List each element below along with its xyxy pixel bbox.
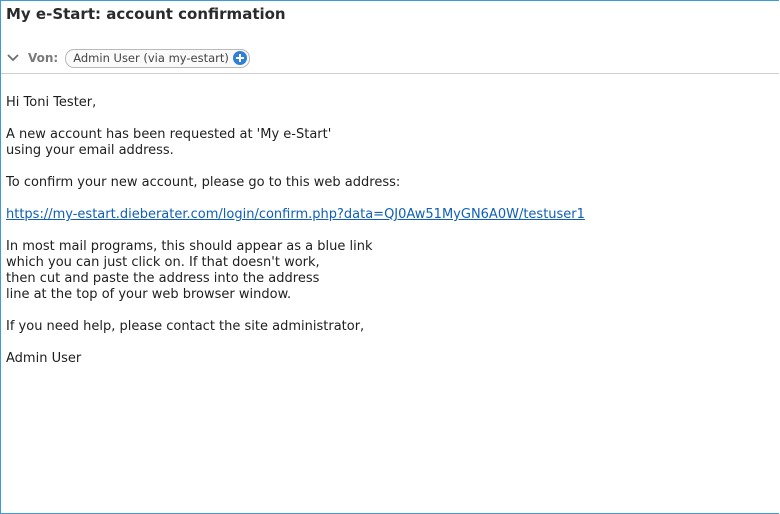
signature: Admin User (6, 351, 82, 366)
greeting: Hi Toni Tester, (6, 95, 97, 110)
from-label: Von: (28, 51, 59, 65)
from-row: Von: Admin User (via my-estart) (6, 48, 250, 68)
body-paragraph-4: If you need help, please contact the sit… (6, 319, 365, 334)
body-paragraph-1: A new account has been requested at 'My … (6, 127, 769, 159)
body-paragraph-3: In most mail programs, this should appea… (6, 239, 769, 303)
confirmation-link[interactable]: https://my-estart.dieberater.com/login/c… (6, 207, 585, 222)
link-paragraph: https://my-estart.dieberater.com/login/c… (6, 207, 769, 223)
body-line: A new account has been requested at 'My … (6, 127, 332, 142)
email-body: Hi Toni Tester, A new account has been r… (6, 95, 769, 383)
email-subject: My e-Start: account confirmation (6, 5, 286, 23)
sender-name: Admin User (via my-estart) (73, 51, 229, 65)
body-paragraph-2: To confirm your new account, please go t… (6, 175, 401, 190)
email-viewer: My e-Start: account confirmation Von: Ad… (0, 0, 779, 514)
body-line: using your email address. (6, 143, 174, 158)
body-line: In most mail programs, this should appea… (6, 239, 373, 254)
sender-chip[interactable]: Admin User (via my-estart) (65, 48, 250, 68)
chevron-down-icon[interactable] (6, 51, 20, 65)
email-header: My e-Start: account confirmation Von: Ad… (1, 1, 779, 74)
body-line: line at the top of your web browser wind… (6, 287, 292, 302)
body-line: then cut and paste the address into the … (6, 271, 320, 286)
plus-circle-icon[interactable] (232, 51, 247, 65)
body-line: which you can just click on. If that doe… (6, 255, 320, 270)
